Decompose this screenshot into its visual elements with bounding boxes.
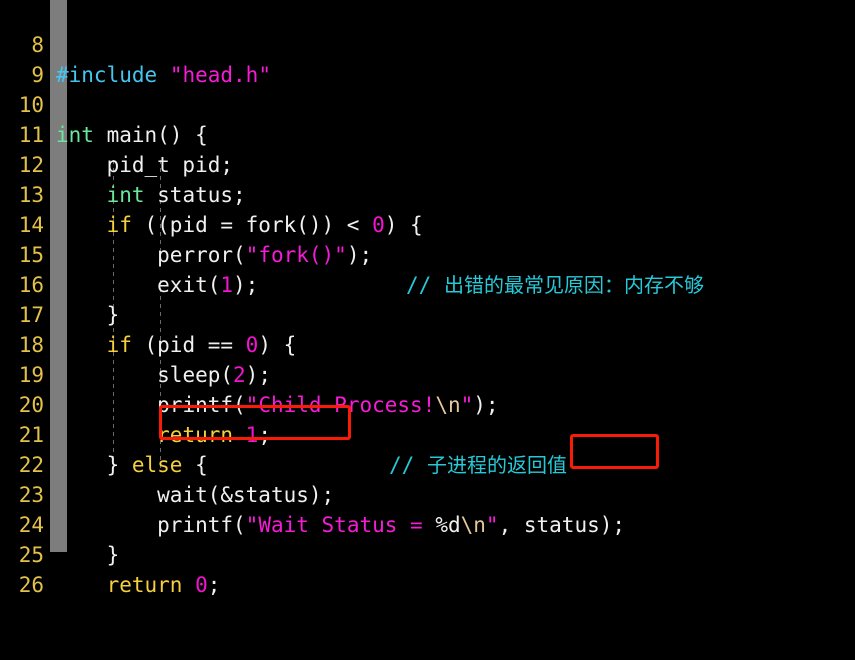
space-25	[182, 573, 195, 597]
code-line-22[interactable]: 22 wait(&status);	[0, 420, 855, 507]
tail-25: ;	[207, 573, 221, 597]
code-line-20[interactable]: 20 return 1; // 子进程的返回值	[0, 360, 855, 477]
code-line-24[interactable]: 24 }	[0, 480, 855, 567]
return-keyword: return	[106, 573, 183, 597]
code-line-13[interactable]: 13 if ((pid = fork()) < 0) {	[0, 150, 855, 237]
line-number-26: 26	[18, 573, 44, 597]
code-line-25[interactable]: 25 return 0;	[0, 510, 855, 597]
code-line-19[interactable]: 19 printf("Child Process!\n");	[0, 330, 855, 417]
code-line-23[interactable]: 23 printf("Wait Status = %d\n", status);	[0, 450, 855, 537]
numeric-literal: 0	[195, 573, 208, 597]
code-line-26[interactable]: 26	[0, 540, 855, 597]
code-line-8[interactable]: 8 #include "head.h"	[0, 0, 855, 87]
indent-25	[56, 573, 107, 597]
code-line-9[interactable]: 9	[0, 30, 855, 87]
code-line-12[interactable]: 12 int status;	[0, 120, 855, 207]
code-line-10[interactable]: 10 int main() {	[0, 60, 855, 147]
code-line-11[interactable]: 11 pid_t pid;	[0, 90, 855, 177]
code-line-14[interactable]: 14 perror("fork()"); // 出错的最常见原因：内存不够	[0, 180, 855, 297]
code-line-17[interactable]: 17 if (pid == 0) {	[0, 270, 855, 357]
code-text-25: return 0;	[56, 570, 221, 600]
code-line-16[interactable]: 16 }	[0, 240, 855, 327]
code-editor[interactable]: 8 #include "head.h" 9 10 int main() { 11…	[0, 0, 855, 597]
code-line-21[interactable]: 21 } else {	[0, 390, 855, 477]
code-line-15[interactable]: 15 exit(1);	[0, 210, 855, 297]
code-line-18[interactable]: 18 sleep(2);	[0, 300, 855, 387]
